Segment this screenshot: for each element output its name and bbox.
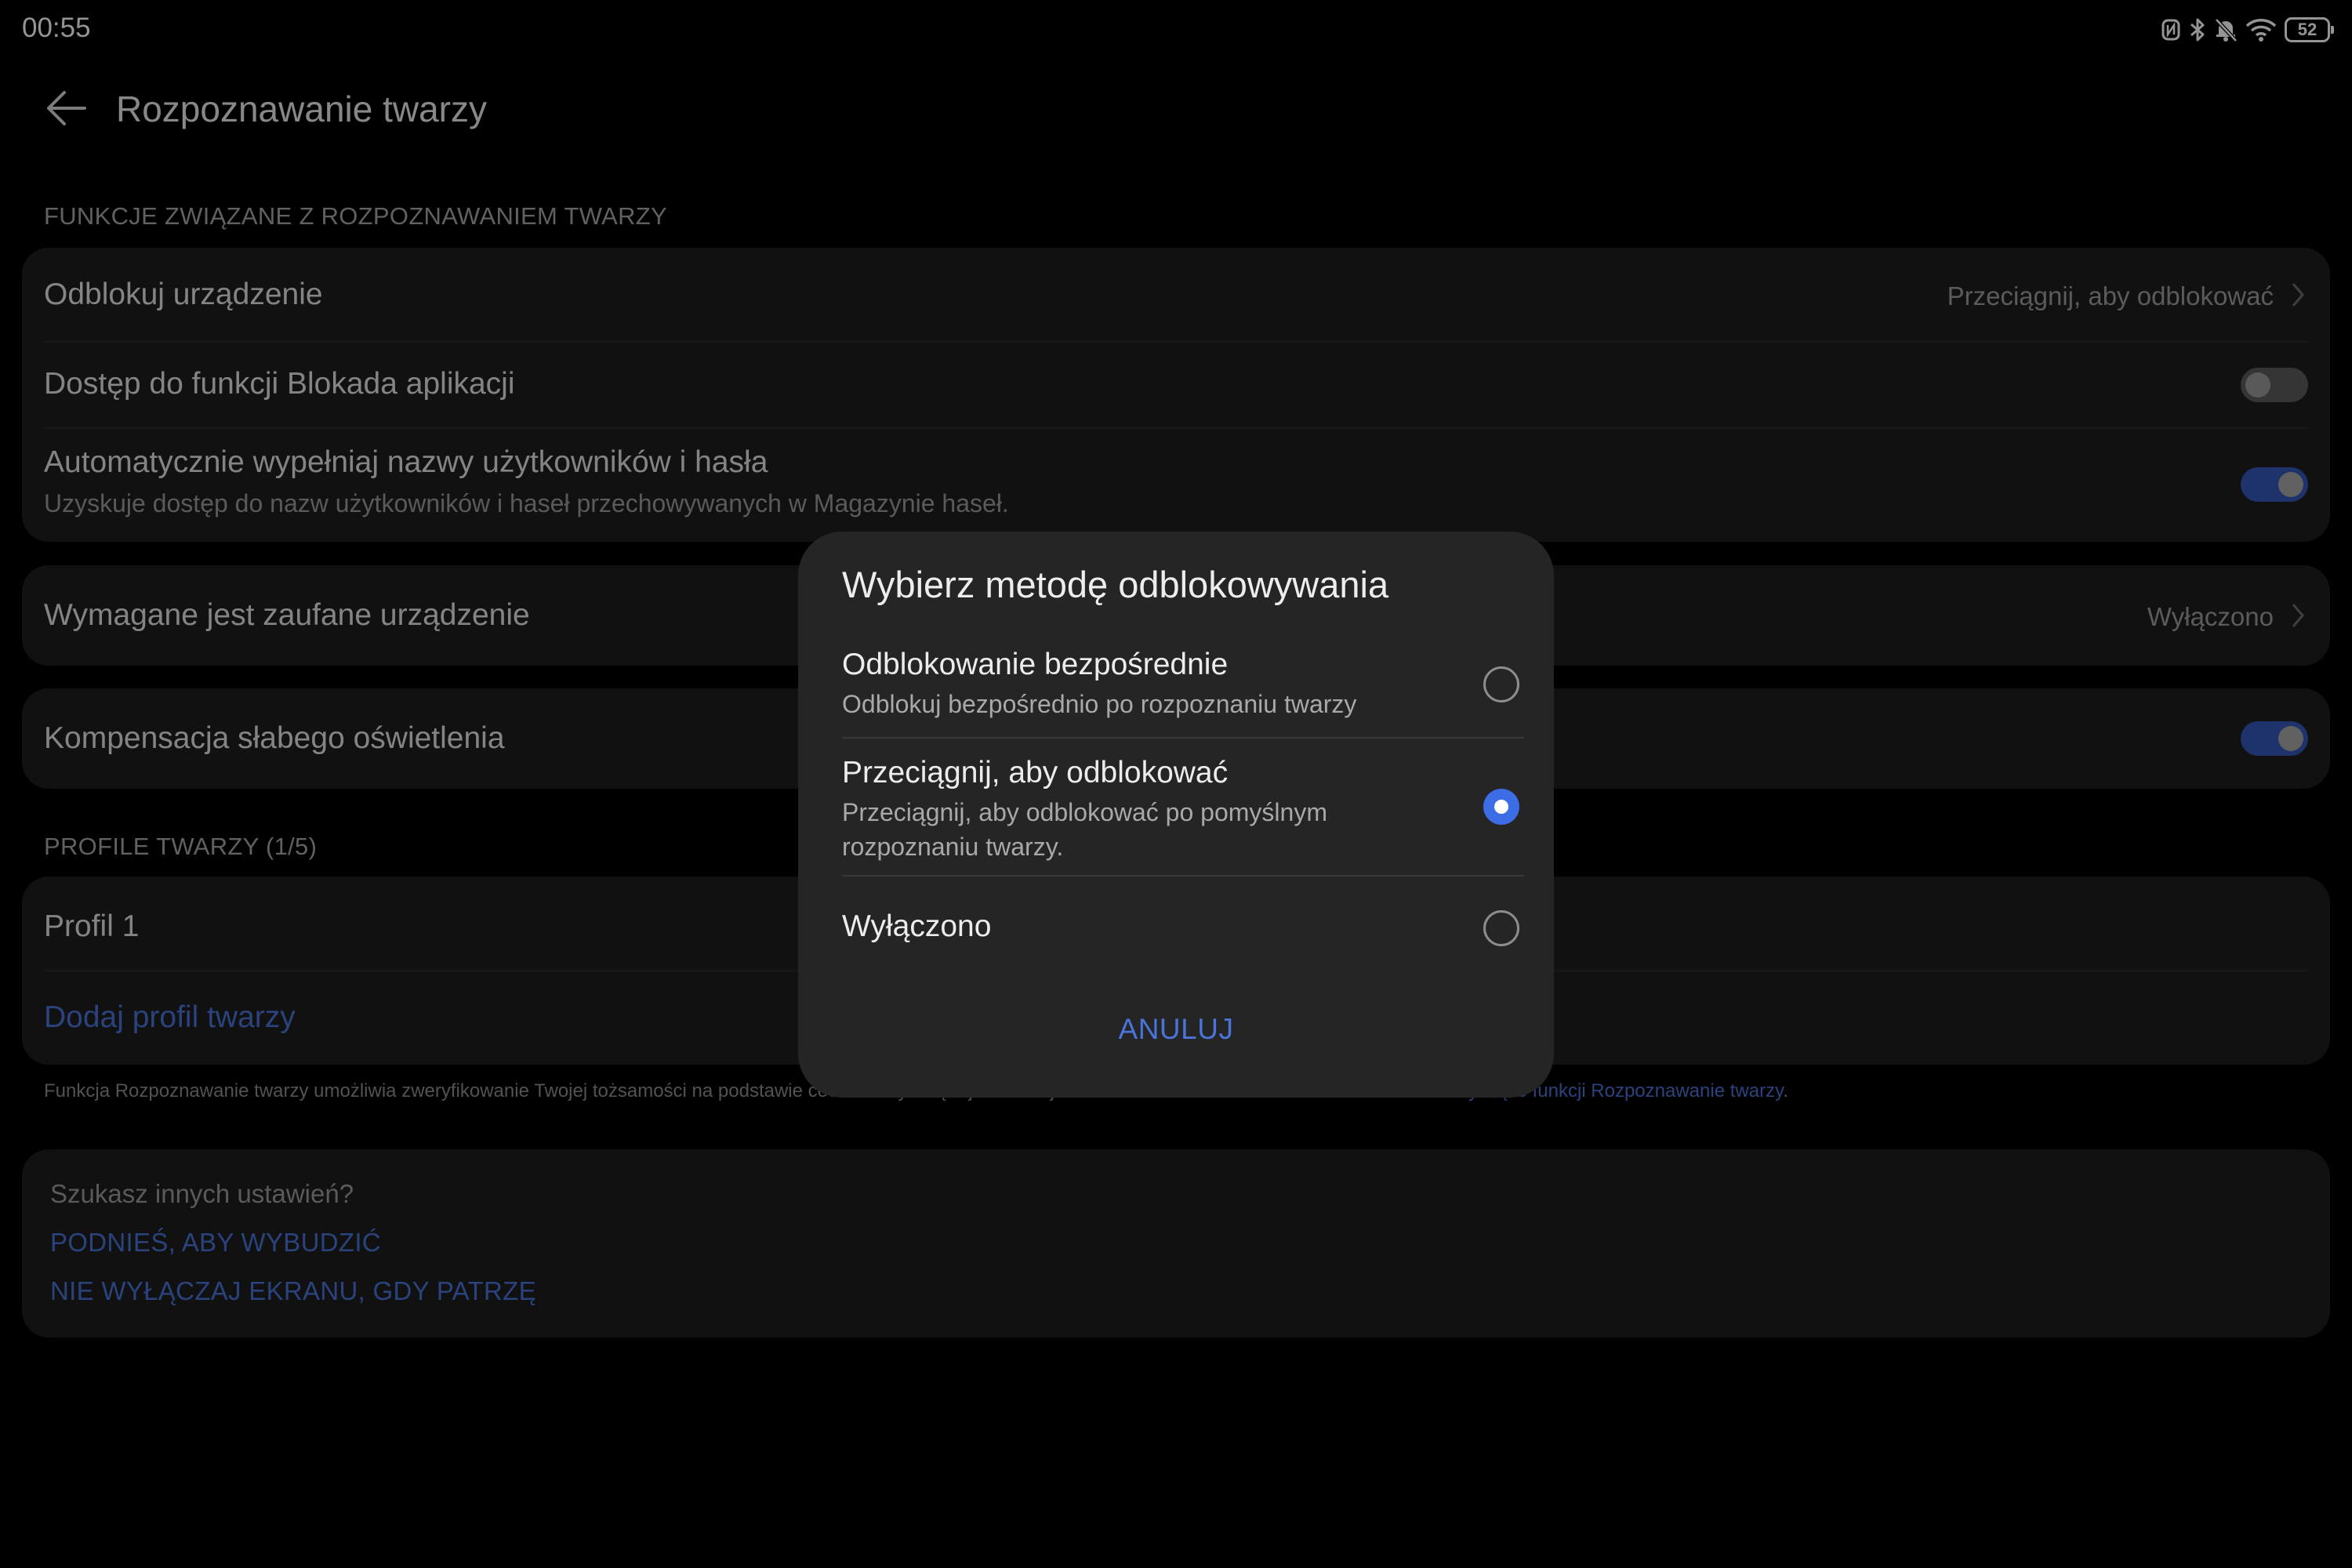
divider [842,875,1524,877]
option-title: Przeciągnij, aby odblokować [842,756,1229,789]
divider [842,737,1524,739]
option-description: Przeciągnij, aby odblokować po pomyślnym… [842,798,1327,861]
option-direct-unlock[interactable]: Odblokowanie bezpośrednie Odblokuj bezpo… [842,648,1524,743]
option-disabled[interactable]: Wyłączono [842,889,1524,967]
cancel-button[interactable]: ANULUJ [798,1002,1554,1057]
radio-button-selected[interactable] [1483,789,1519,825]
option-title: Odblokowanie bezpośrednie [842,648,1229,681]
radio-button[interactable] [1483,666,1519,702]
option-swipe-unlock[interactable]: Przeciągnij, aby odblokować Przeciągnij,… [842,756,1524,881]
option-title: Wyłączono [842,909,992,943]
face-recognition-settings-page: 00:55 52 Rozpoznawanie twarzy FUNKCJE ZW… [0,0,2352,1568]
radio-button[interactable] [1483,910,1519,946]
dialog-title: Wybierz metodę odblokowywania [842,564,1389,605]
option-description: Odblokuj bezpośrednio po rozpoznaniu twa… [842,690,1357,718]
unlock-method-dialog: Wybierz metodę odblokowywania Odblokowan… [798,532,1554,1098]
